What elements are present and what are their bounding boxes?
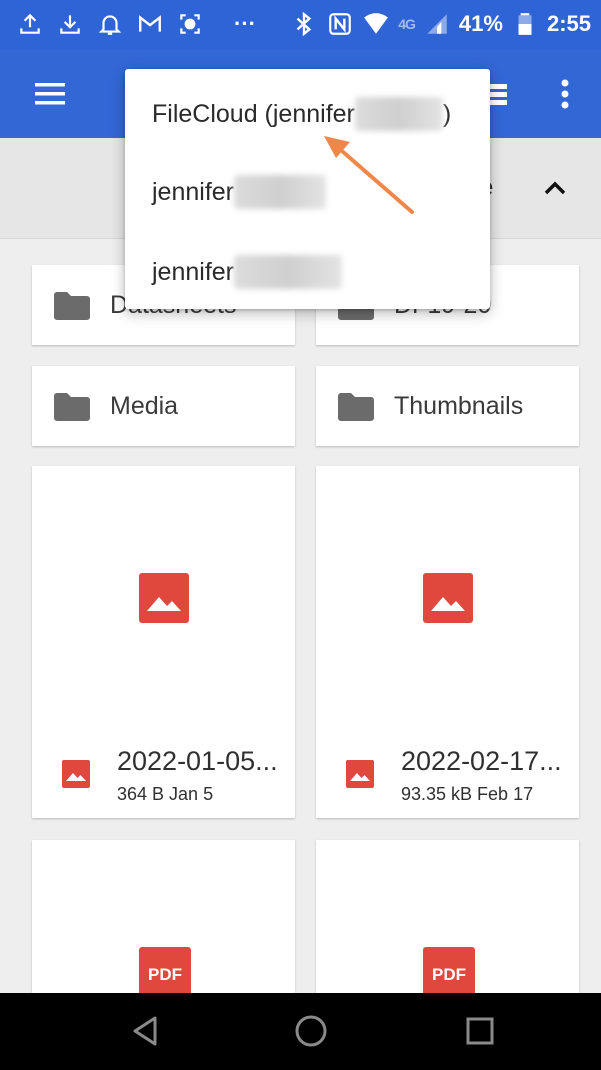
image-file-icon — [423, 573, 473, 623]
recents-icon[interactable] — [460, 1011, 500, 1051]
back-icon[interactable] — [125, 1011, 165, 1051]
file-name: 2022-02-17... — [401, 746, 562, 776]
account-label-suffix: ) — [442, 99, 452, 128]
image-file-icon — [62, 760, 90, 788]
account-menu-item[interactable]: jennifer — [152, 175, 326, 209]
folder-card-media[interactable]: Media — [32, 366, 295, 446]
image-file-icon — [139, 573, 189, 623]
gmail-icon — [136, 10, 164, 38]
account-label: jennifer — [152, 177, 234, 206]
image-file-icon — [346, 760, 374, 788]
bluetooth-icon — [290, 10, 318, 38]
folder-card-thumbnails[interactable]: Thumbnails — [316, 366, 579, 446]
nfc-icon — [326, 10, 354, 38]
account-menu-item[interactable]: FileCloud (jennifer ) — [152, 97, 451, 131]
pdf-icon: PDF — [139, 947, 191, 999]
navigation-bar — [0, 993, 601, 1070]
more-vert-icon[interactable] — [547, 74, 583, 114]
signal-icon — [423, 10, 451, 38]
status-bar: ··· 4G 41% 2:55 — [0, 0, 601, 50]
file-card-2022-01-05[interactable]: 2022-01-05... 364 B Jan 5 — [32, 466, 295, 818]
redacted-text — [234, 175, 326, 209]
folder-icon — [54, 292, 90, 320]
file-meta: 364 B Jan 5 — [117, 784, 214, 804]
network-type-label: 4G — [398, 16, 416, 32]
chevron-up-icon[interactable] — [539, 172, 571, 204]
redacted-text — [354, 97, 443, 131]
status-bar-right: 4G 41% 2:55 — [290, 10, 591, 38]
folder-label: Media — [110, 392, 179, 420]
redacted-text — [234, 255, 342, 289]
pdf-icon-text: PDF — [432, 965, 466, 984]
pdf-icon-text: PDF — [148, 965, 182, 984]
screen-record-icon — [176, 10, 204, 38]
home-icon[interactable] — [291, 1011, 331, 1051]
folder-icon — [338, 393, 374, 421]
account-label: jennifer — [152, 257, 234, 286]
download-icon — [56, 10, 84, 38]
account-dropdown-menu: FileCloud (jennifer ) jennifer jennifer — [125, 69, 490, 309]
battery-icon — [511, 10, 539, 38]
pdf-icon: PDF — [423, 947, 475, 999]
bell-icon — [96, 10, 124, 38]
file-meta: 93.35 kB Feb 17 — [401, 784, 534, 804]
file-card-pdf[interactable]: PDF — [316, 840, 579, 1000]
hamburger-menu-icon[interactable] — [30, 74, 70, 114]
file-name: 2022-01-05... — [117, 746, 278, 776]
status-bar-left: ··· — [16, 10, 256, 38]
file-card-pdf[interactable]: PDF — [32, 840, 295, 1000]
account-label: FileCloud (jennifer — [152, 99, 355, 128]
folder-icon — [54, 393, 90, 421]
upload-icon — [16, 10, 44, 38]
account-menu-item[interactable]: jennifer — [152, 255, 342, 289]
more-dots-icon: ··· — [234, 11, 256, 36]
file-card-2022-02-17[interactable]: 2022-02-17... 93.35 kB Feb 17 — [316, 466, 579, 818]
folder-label: Thumbnails — [394, 392, 524, 420]
wifi-icon — [362, 10, 390, 38]
battery-percent: 41% — [458, 11, 503, 36]
clock: 2:55 — [546, 11, 591, 36]
